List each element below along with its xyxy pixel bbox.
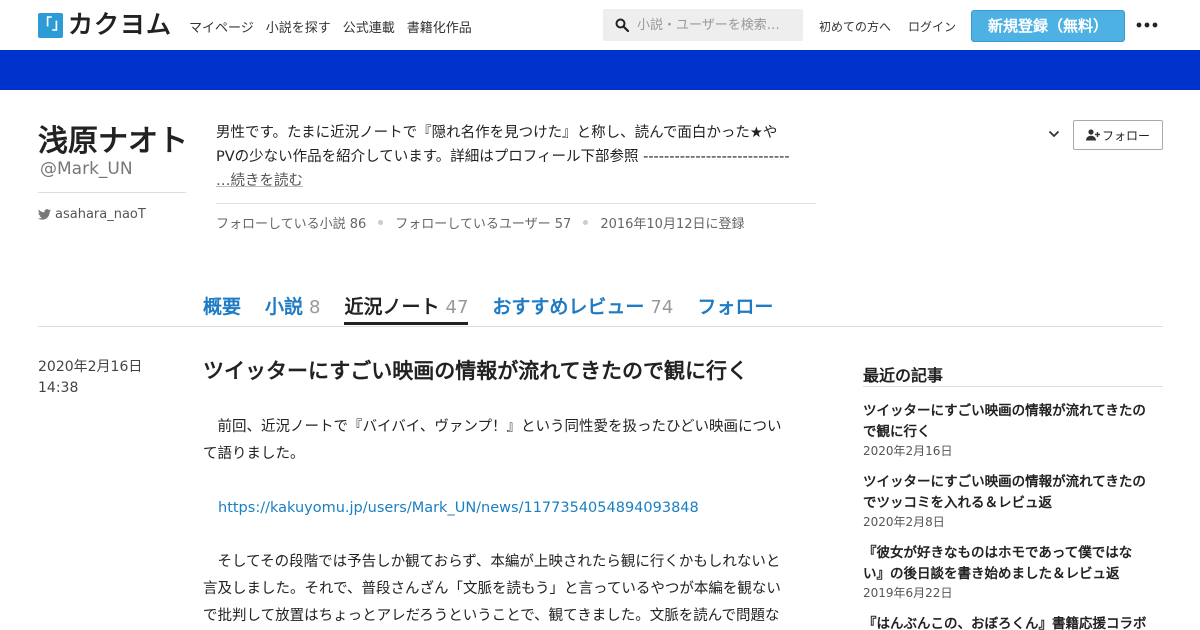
search-input[interactable]: [637, 9, 797, 41]
list-item[interactable]: 『はんぶんこの、おぼろくん』書籍応援コラボ: [863, 614, 1163, 630]
tab-novels[interactable]: 小説 8: [265, 292, 320, 325]
bio-line: PVの少ない作品を紹介しています。詳細はプロフィール下部参照 ---------…: [216, 149, 790, 165]
title-line: 『彼女が好きなものはホモであって僕ではな: [863, 545, 1133, 561]
divider: [38, 192, 186, 193]
title-line: ツイッターにすごい映画の情報が流れてきたの: [863, 474, 1146, 490]
more-icon[interactable]: [1136, 22, 1158, 28]
logo-text[interactable]: カクヨム: [68, 9, 172, 41]
stat-following-novels[interactable]: フォローしている小説 86: [216, 213, 366, 232]
recent-article-title: ツイッターにすごい映画の情報が流れてきたの でツッコミを入れる＆レビュ返: [863, 472, 1163, 514]
tab-count: 47: [445, 297, 469, 318]
title-line: い』の後日談を書き始めました＆レビュ返: [863, 566, 1120, 582]
nav-item-mypage[interactable]: マイページ: [189, 17, 254, 36]
list-item[interactable]: 『彼女が好きなものはホモであって僕ではな い』の後日談を書き始めました＆レビュ返…: [863, 543, 1163, 601]
list-item[interactable]: ツイッターにすごい映画の情報が流れてきたの でツッコミを入れる＆レビュ返 202…: [863, 472, 1163, 530]
nav-item-books[interactable]: 書籍化作品: [407, 17, 472, 36]
tab-label: フォロー: [697, 296, 774, 318]
main-nav: マイページ 小説を探す 公式連載 書籍化作品: [189, 17, 472, 36]
recent-articles-list: ツイッターにすごい映画の情報が流れてきたの で観に行く 2020年2月16日 ツ…: [863, 401, 1163, 630]
profile-banner: [0, 50, 1200, 90]
follow-label: フォロー: [1101, 128, 1150, 143]
twitter-link[interactable]: asahara_naoT: [38, 207, 146, 222]
article-paragraph: そしてその段階では予告しか観ておらず、本編が上映されたら観に行くかもしれないと …: [203, 549, 805, 630]
recent-article-title: 『彼女が好きなものはホモであって僕ではな い』の後日談を書き始めました＆レビュ返: [863, 543, 1163, 585]
separator-dot: [378, 220, 384, 225]
divider: [216, 203, 816, 204]
register-button[interactable]: 新規登録（無料）: [971, 10, 1125, 42]
stat-registered: 2016年10月12日に登録: [600, 217, 745, 232]
tabs-divider: [38, 326, 1163, 327]
read-more-link[interactable]: …続きを読む: [216, 169, 816, 193]
article-paragraph: 前回、近況ノートで『バイバイ、ヴァンプ！』という同性愛を扱ったひどい映画につい …: [203, 414, 805, 468]
twitter-handle: asahara_naoT: [55, 207, 146, 222]
divider: [863, 386, 1163, 387]
follow-button[interactable]: フォロー: [1073, 120, 1163, 150]
tab-label: おすすめレビュー: [492, 296, 645, 318]
recent-article-date: 2020年2月8日: [863, 515, 945, 529]
paragraph-line: そしてその段階では予告しか観ておらず、本編が上映されたら観に行くかもしれないと: [203, 554, 781, 570]
recent-article-date: 2020年2月16日: [863, 444, 953, 458]
user-stats: フォローしている小説 86 フォローしているユーザー 57 2016年10月12…: [216, 213, 745, 232]
tab-label: 概要: [203, 296, 242, 318]
paragraph-line: 前回、近況ノートで『バイバイ、ヴァンプ！』という同性愛を扱ったひどい映画につい: [203, 419, 782, 435]
stat-following-users[interactable]: フォローしているユーザー 57: [395, 213, 571, 232]
title-line: でツッコミを入れる＆レビュ返: [863, 495, 1052, 511]
tab-label: 近況ノート: [344, 296, 440, 318]
list-item[interactable]: ツイッターにすごい映画の情報が流れてきたの で観に行く 2020年2月16日: [863, 401, 1163, 459]
article-paragraph: https://kakuyomu.jp/users/Mark_UN/news/1…: [203, 495, 805, 522]
recent-articles-heading: 最近の記事: [863, 366, 944, 385]
twitter-icon: [38, 209, 51, 220]
article-time: 14:38: [38, 380, 79, 396]
tab-overview[interactable]: 概要: [203, 292, 241, 325]
tab-news[interactable]: 近況ノート 47: [344, 292, 469, 325]
site-header: 「」 カクヨム マイページ 小説を探す 公式連載 書籍化作品 初めての方へ ログ…: [0, 0, 1200, 50]
chevron-down-icon[interactable]: [1048, 130, 1060, 138]
login-link[interactable]: ログイン: [908, 18, 956, 35]
user-bio: 男性です。たまに近況ノートで『隠れ名作を見つけた』と称し、読んで面白かった★や …: [216, 121, 816, 193]
paragraph-line: で批判して放置はちょっとアレだろうということで、観てきました。文脈を読んで問題な: [203, 608, 780, 624]
recent-article-title: 『はんぶんこの、おぼろくん』書籍応援コラボ: [863, 614, 1163, 630]
search-icon[interactable]: [615, 18, 629, 32]
user-id: @Mark_UN: [40, 159, 133, 179]
search-box: [603, 9, 803, 41]
tab-follow[interactable]: フォロー: [697, 292, 773, 325]
article-body: 前回、近況ノートで『バイバイ、ヴァンプ！』という同性愛を扱ったひどい映画につい …: [203, 414, 805, 630]
article-datetime: 2020年2月16日 14:38: [38, 357, 142, 399]
nav-item-search-novels[interactable]: 小説を探す: [266, 17, 331, 36]
tab-label: 小説: [265, 296, 304, 318]
tab-count: 74: [650, 297, 674, 318]
tab-reviews[interactable]: おすすめレビュー 74: [492, 292, 673, 325]
title-line: で観に行く: [863, 424, 931, 440]
nav-item-official[interactable]: 公式連載: [343, 17, 395, 36]
separator-dot: [583, 220, 589, 225]
article-title: ツイッターにすごい映画の情報が流れてきたので観に行く: [203, 359, 748, 383]
recent-article-date: 2019年6月22日: [863, 586, 953, 600]
tab-count: 8: [309, 297, 321, 318]
recent-article-title: ツイッターにすごい映画の情報が流れてきたの で観に行く: [863, 401, 1163, 443]
bio-line: 男性です。たまに近況ノートで『隠れ名作を見つけた』と称し、読んで面白かった★や: [216, 125, 778, 141]
logo-icon[interactable]: 「」: [38, 13, 66, 38]
paragraph-line: て語りました。: [203, 446, 305, 462]
profile-tabs: 概要 小説 8 近況ノート 47 おすすめレビュー 74 フォロー: [203, 292, 773, 325]
user-name: 浅原ナオト: [38, 124, 188, 159]
first-time-link[interactable]: 初めての方へ: [819, 18, 891, 35]
user-plus-icon: [1085, 129, 1100, 141]
title-line: 『はんぶんこの、おぼろくん』書籍応援コラボ: [863, 616, 1147, 630]
title-line: ツイッターにすごい映画の情報が流れてきたの: [863, 403, 1146, 419]
article-date: 2020年2月16日: [38, 359, 143, 375]
paragraph-line: 言及しました。それで、普段さんざん「文脈を読もう」と言っているやつが本編を観ない: [203, 581, 781, 597]
article-link[interactable]: https://kakuyomu.jp/users/Mark_UN/news/1…: [203, 500, 699, 516]
